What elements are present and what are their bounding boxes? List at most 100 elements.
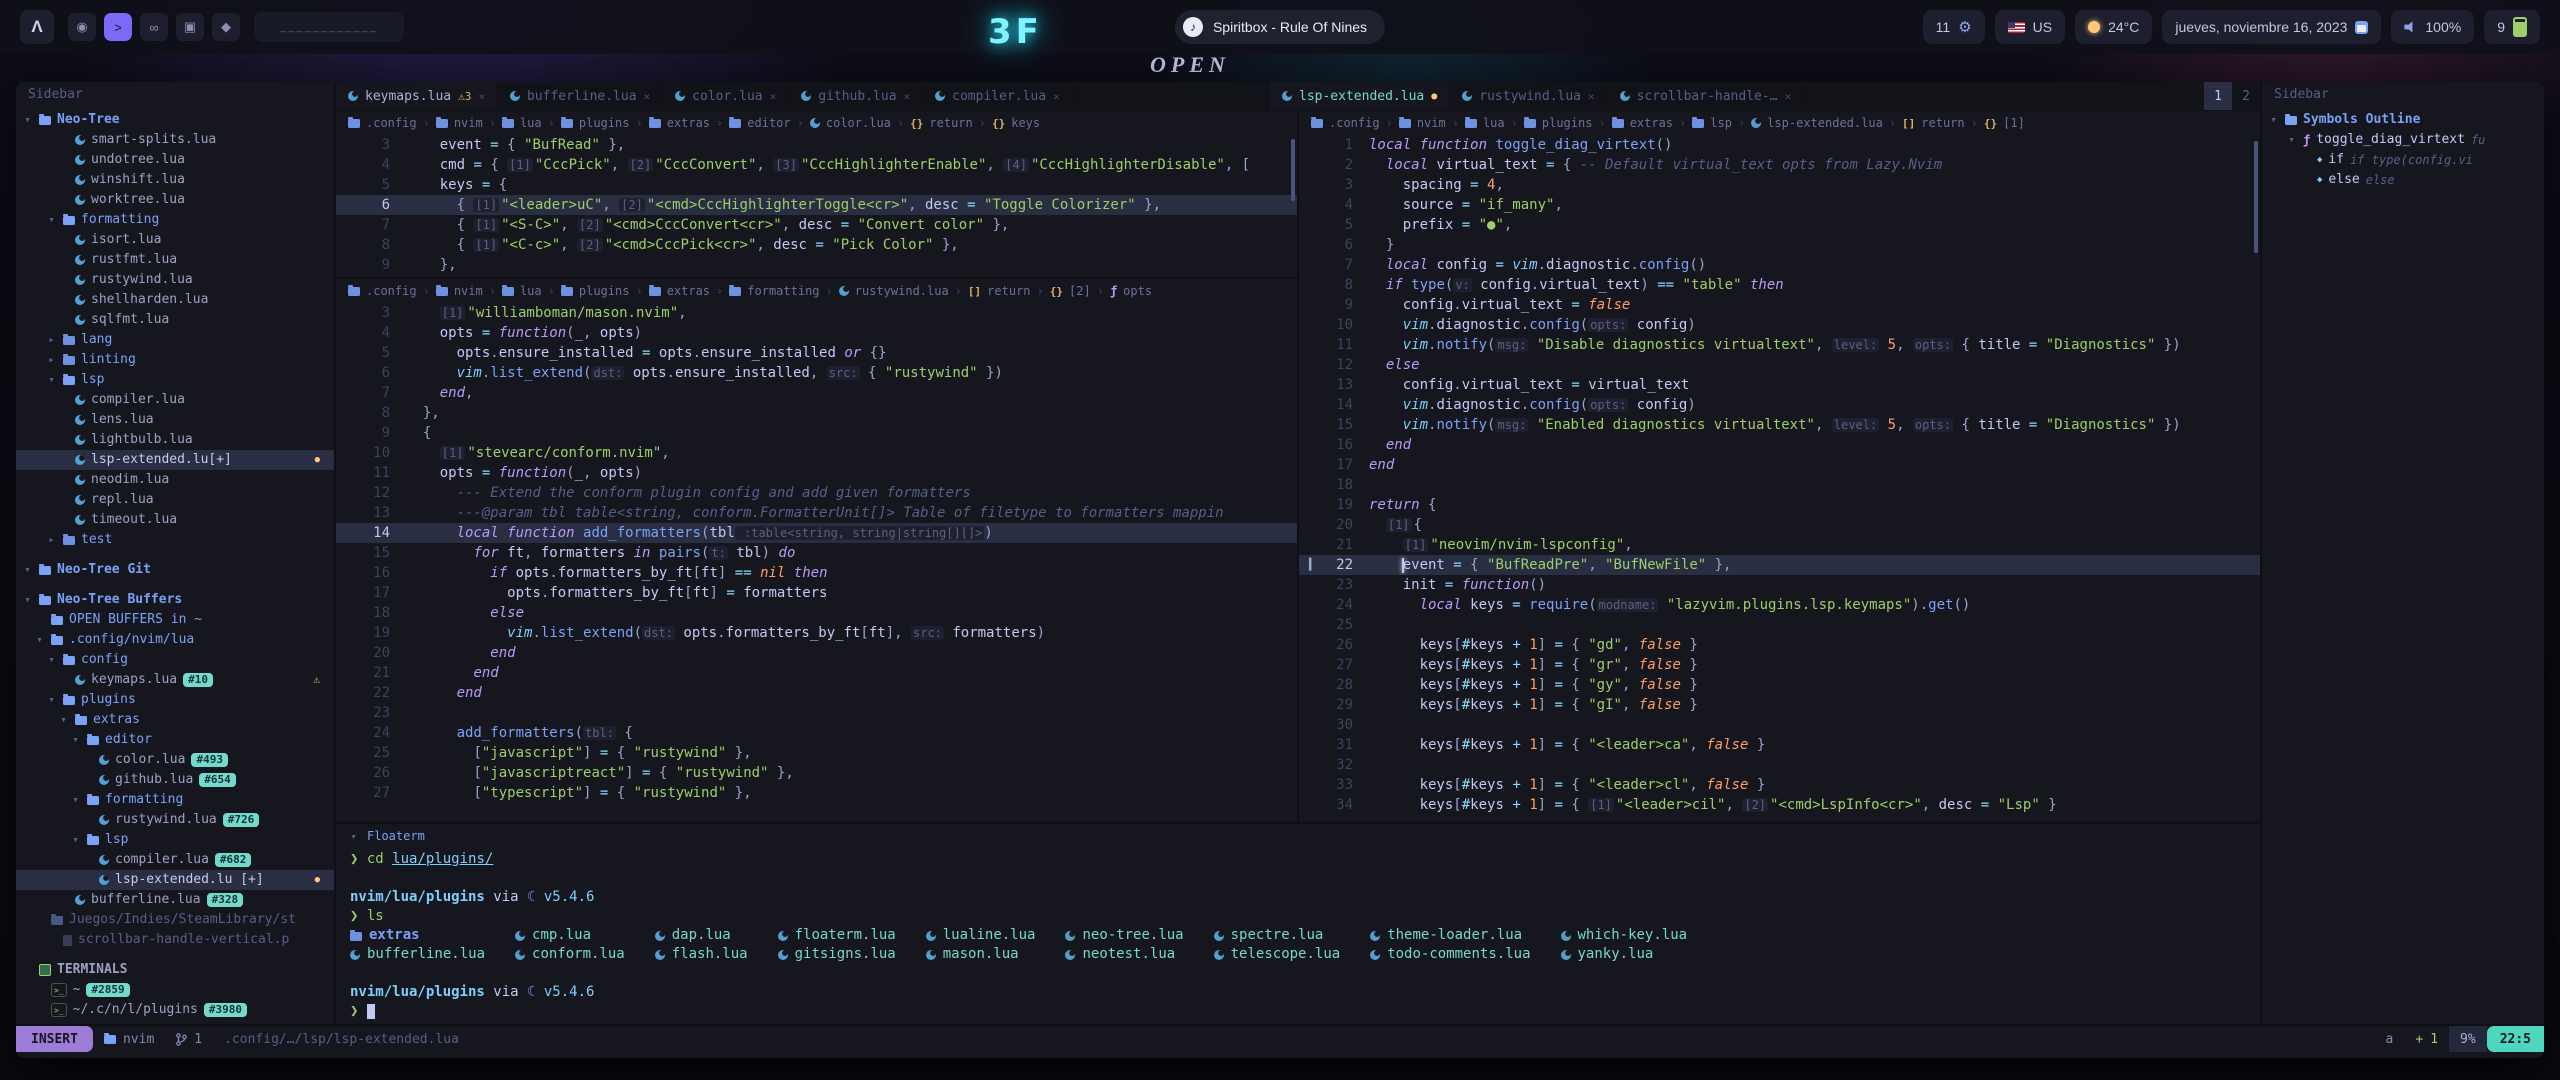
date-pill[interactable]: jueves, noviembre 16, 2023 — [2162, 10, 2381, 44]
code-line[interactable]: 11 opts = function(_, opts) — [336, 463, 1297, 483]
battery-pill[interactable]: 9 — [2484, 10, 2540, 44]
tree-item[interactable]: repl.lua — [16, 490, 334, 510]
tree-item[interactable]: ▸linting — [16, 350, 334, 370]
code-line[interactable]: 12 else — [1299, 355, 2260, 375]
code-line[interactable]: 3 event = { "BufRead" }, — [336, 135, 1297, 155]
tree-item[interactable]: Juegos/Indies/SteamLibrary/st — [16, 910, 334, 930]
breadcrumb-item[interactable]: lua — [520, 284, 542, 298]
workspace-tag-3[interactable]: ∞ — [140, 13, 168, 41]
tree-item[interactable]: >_~/.c/n/l/plugins#3980 — [16, 1000, 334, 1020]
code-line[interactable]: 7 end, — [336, 383, 1297, 403]
workspace-count-pill[interactable]: 11 ⚙ — [1923, 10, 1985, 44]
tree-item[interactable]: compiler.lua#682 — [16, 850, 334, 870]
tree-item[interactable]: ▾plugins — [16, 690, 334, 710]
symbols-outline-header[interactable]: ▾ Symbols Outline — [2262, 110, 2544, 130]
code-line[interactable]: 19 vim.list_extend(dst: opts.formatters_… — [336, 623, 1297, 643]
code-line[interactable]: 25 — [1299, 615, 2260, 635]
tree-item[interactable]: bufferline.lua#328 — [16, 890, 334, 910]
tab-github.lua[interactable]: github.lua× — [789, 82, 923, 110]
tabpage-1[interactable]: 1 — [2204, 82, 2232, 110]
code-line[interactable]: 14 local function add_formatters(tbl :ta… — [336, 523, 1297, 543]
code-line[interactable]: 22 end — [336, 683, 1297, 703]
code-line[interactable]: 6 { [1]"<leader>uC", [2]"<cmd>CccHighlig… — [336, 195, 1297, 215]
code-line[interactable]: 32 — [1299, 755, 2260, 775]
breadcrumb-item[interactable]: editor — [747, 116, 790, 130]
code-line[interactable]: 17 opts.formatters_by_ft[ft] = formatter… — [336, 583, 1297, 603]
code-line[interactable]: 8 if type(v: config.virtual_text) == "ta… — [1299, 275, 2260, 295]
breadcrumb-item[interactable]: nvim — [454, 116, 483, 130]
code-line[interactable]: 2 local virtual_text = { -- Default virt… — [1299, 155, 2260, 175]
code-line[interactable]: 5 opts.ensure_installed = opts.ensure_in… — [336, 343, 1297, 363]
code-line[interactable]: 1local function toggle_diag_virtext() — [1299, 135, 2260, 155]
code-line[interactable]: 26 ["javascriptreact"] = { "rustywind" }… — [336, 763, 1297, 783]
tree-item[interactable]: OPEN BUFFERS in ~ — [16, 610, 334, 630]
tab-close-icon[interactable]: × — [1588, 90, 1595, 103]
tree-section-header[interactable]: TERMINALS — [16, 960, 334, 980]
breadcrumb-item[interactable]: nvim — [1417, 116, 1446, 130]
code-line[interactable]: 25 ["javascript"] = { "rustywind" }, — [336, 743, 1297, 763]
tab-scrollbar-handle-[interactable]: scrollbar-handle-…× — [1608, 82, 1805, 110]
now-playing-pill[interactable]: ♪ Spiritbox - Rule Of Nines — [1175, 10, 1385, 44]
code-line[interactable]: 29 keys[#keys + 1] = { "gI", false } — [1299, 695, 2260, 715]
editor-pane-lsp-extended-lua[interactable]: .config›nvim›lua›plugins›extras›lsp›lsp-… — [1299, 111, 2260, 822]
tasklist-pill[interactable]: ____________ — [254, 12, 404, 42]
code-line[interactable]: ▍22 event = { "BufReadPre", "BufNewFile"… — [1299, 555, 2260, 575]
breadcrumb-item[interactable]: keys — [1011, 116, 1040, 130]
tree-item[interactable]: github.lua#654 — [16, 770, 334, 790]
code-line[interactable]: 23 init = function() — [1299, 575, 2260, 595]
tree-item[interactable]: rustfmt.lua — [16, 250, 334, 270]
breadcrumb-item[interactable]: .config — [1329, 116, 1380, 130]
outline-item[interactable]: ▾ƒtoggle_diag_virtextfu — [2262, 130, 2544, 150]
tree-item[interactable]: color.lua#493 — [16, 750, 334, 770]
tree-item[interactable]: lsp-extended.lu [+]● — [16, 870, 334, 890]
tree-item[interactable]: ▸lang — [16, 330, 334, 350]
code-line[interactable]: 3 spacing = 4, — [1299, 175, 2260, 195]
code-line[interactable]: 21 [1]"neovim/nvim-lspconfig", — [1299, 535, 2260, 555]
tree-item[interactable]: winshift.lua — [16, 170, 334, 190]
breadcrumb-item[interactable]: return — [1921, 116, 1964, 130]
code-line[interactable]: 7 local config = vim.diagnostic.config() — [1299, 255, 2260, 275]
code-line[interactable]: 6 vim.list_extend(dst: opts.ensure_insta… — [336, 363, 1297, 383]
tree-item[interactable]: scrollbar-handle-vertical.p — [16, 930, 334, 950]
code-line[interactable]: 16 end — [1299, 435, 2260, 455]
tab-close-icon[interactable]: × — [770, 90, 777, 103]
tab-close-icon[interactable]: × — [644, 90, 651, 103]
code-line[interactable]: 13 ---@param tbl table<string, conform.F… — [336, 503, 1297, 523]
scrollbar-thumb[interactable] — [2254, 141, 2258, 253]
workspace-tag-1[interactable]: ◉ — [68, 13, 96, 41]
breadcrumb-item[interactable]: lua — [1483, 116, 1505, 130]
tree-item[interactable]: undotree.lua — [16, 150, 334, 170]
breadcrumb-item[interactable]: plugins — [1542, 116, 1593, 130]
tree-item[interactable]: ▾editor — [16, 730, 334, 750]
floaterm-header[interactable]: ▾ Floaterm — [336, 824, 2260, 848]
code-line[interactable]: 20 end — [336, 643, 1297, 663]
tree-item[interactable]: ▾config — [16, 650, 334, 670]
code-line[interactable]: 15 vim.notify(msg: "Enabled diagnostics … — [1299, 415, 2260, 435]
outline-item[interactable]: ◆ifif type(config.vi — [2262, 150, 2544, 170]
tree-item[interactable]: keymaps.lua#10⚠ — [16, 670, 334, 690]
launcher-button[interactable]: Λ — [20, 10, 54, 44]
tab-color.lua[interactable]: color.lua× — [663, 82, 789, 110]
breadcrumb-item[interactable]: plugins — [579, 116, 630, 130]
code-line[interactable]: 21 end — [336, 663, 1297, 683]
breadcrumb-item[interactable]: plugins — [579, 284, 630, 298]
tree-item[interactable]: isort.lua — [16, 230, 334, 250]
keyboard-layout-pill[interactable]: US — [1995, 10, 2065, 44]
tree-item[interactable]: compiler.lua — [16, 390, 334, 410]
breadcrumb-item[interactable]: lua — [520, 116, 542, 130]
code-line[interactable]: 17end — [1299, 455, 2260, 475]
breadcrumb-item[interactable]: return — [929, 116, 972, 130]
tree-section-header[interactable]: ▾Neo-Tree Buffers — [16, 590, 334, 610]
tree-item[interactable]: smart-splits.lua — [16, 130, 334, 150]
workspace-tag-5[interactable]: ◆ — [212, 13, 240, 41]
code-line[interactable]: 7 { [1]"<S-C>", [2]"<cmd>CccConvert<cr>"… — [336, 215, 1297, 235]
tabpage-2[interactable]: 2 — [2232, 82, 2260, 110]
tab-close-icon[interactable]: × — [904, 90, 911, 103]
code-line[interactable]: 33 keys[#keys + 1] = { "<leader>cl", fal… — [1299, 775, 2260, 795]
code-line[interactable]: 9 }, — [336, 255, 1297, 275]
code-line[interactable]: 9 { — [336, 423, 1297, 443]
tree-section-header[interactable]: ▾Neo-Tree Git — [16, 560, 334, 580]
breadcrumb-item[interactable]: extras — [667, 284, 710, 298]
code-line[interactable]: 4 cmd = { [1]"CccPick", [2]"CccConvert",… — [336, 155, 1297, 175]
tree-item[interactable]: sqlfmt.lua — [16, 310, 334, 330]
